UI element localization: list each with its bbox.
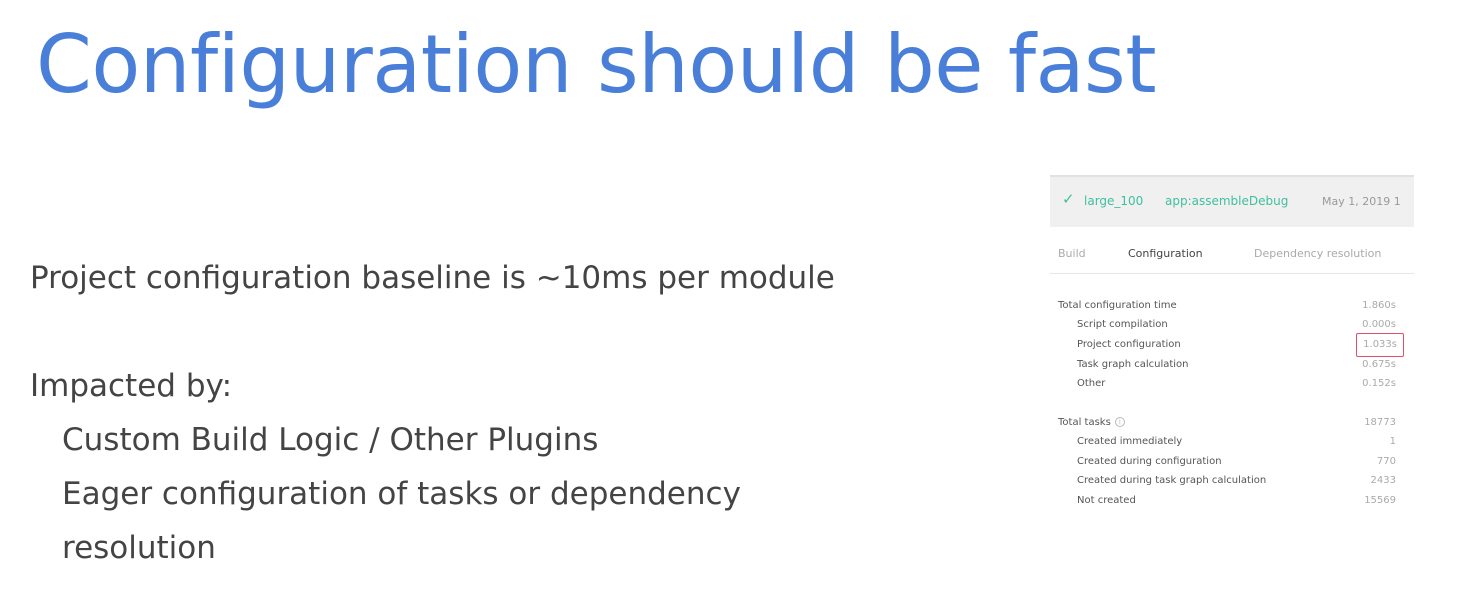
row-value: 1.860s [1362,300,1396,311]
row-label: Script compilation [1077,319,1168,330]
config-row-task-graph: Task graph calculation 0.675s [1058,356,1404,374]
row-label: Created immediately [1077,436,1183,447]
row-value: 2433 [1370,475,1396,486]
row-label: Other [1077,378,1106,389]
row-value: 0.675s [1362,359,1396,370]
impacted-item: Custom Build Logic / Other Plugins [62,422,599,458]
config-row-script-compilation: Script compilation 0.000s [1058,316,1404,334]
impacted-heading: Impacted by: [30,368,233,404]
row-label: Not created [1077,495,1136,506]
build-scan-header: ✓ large_100 app:assembleDebug May 1, 201… [1050,175,1414,227]
row-label: Total tasks [1058,417,1111,428]
tasks-row-not-created: Not created 15569 [1058,492,1404,510]
row-label: Project configuration [1077,339,1181,350]
row-value: 0.000s [1362,319,1396,330]
tab-configuration[interactable]: Configuration [1128,247,1203,260]
tab-divider [1050,273,1414,274]
impacted-item: Eager configuration of tasks or dependen… [62,476,741,512]
row-value: 18773 [1364,417,1396,428]
tasks-row-total: Total tasks i 18773 [1058,414,1404,432]
row-label: Created during task graph calculation [1077,475,1267,486]
check-icon: ✓ [1062,190,1075,208]
impacted-item: resolution [62,530,216,566]
baseline-text: Project configuration baseline is ~10ms … [30,260,835,296]
project-link[interactable]: large_100 [1084,194,1143,208]
row-label: Task graph calculation [1077,359,1189,370]
tasks-row-created-during-task-graph: Created during task graph calculation 24… [1058,472,1404,490]
info-icon[interactable]: i [1114,417,1125,427]
row-value: 0.152s [1362,378,1396,389]
row-label: Created during configuration [1077,456,1222,467]
row-value: 1 [1389,436,1396,447]
config-row-other: Other 0.152s [1058,375,1404,393]
tab-dependency-resolution[interactable]: Dependency resolution [1254,247,1381,260]
row-label: Total configuration time [1058,300,1177,311]
build-date: May 1, 2019 1 [1322,195,1401,208]
config-row-project-configuration: Project configuration 1.033s [1058,333,1404,357]
slide-title: Configuration should be fast [36,18,1157,111]
tab-build[interactable]: Build [1058,247,1086,260]
task-link[interactable]: app:assembleDebug [1165,194,1288,208]
config-row-total: Total configuration time 1.860s [1058,297,1404,315]
tasks-row-created-immediately: Created immediately 1 [1058,433,1404,451]
row-value: 15569 [1364,495,1396,506]
highlighted-value: 1.033s [1356,333,1404,357]
row-value: 770 [1376,456,1396,467]
build-scan-screenshot: ✓ large_100 app:assembleDebug May 1, 201… [1050,175,1414,527]
tasks-row-created-during-configuration: Created during configuration 770 [1058,453,1404,471]
